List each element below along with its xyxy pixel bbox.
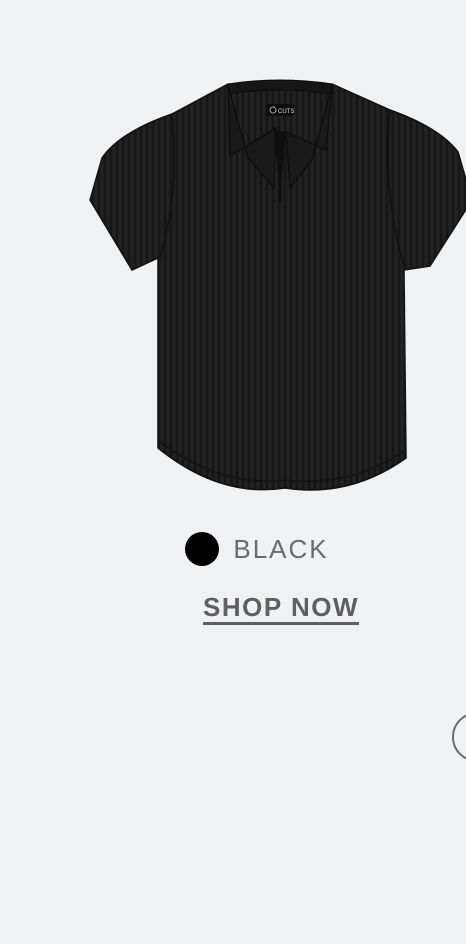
color-swatch-black[interactable] (185, 532, 220, 566)
carousel-next-button[interactable] (452, 712, 466, 762)
color-name-label: BLACK (233, 533, 329, 564)
product-card: CUTS BLACK SHOP NOW (0, 0, 466, 944)
color-selector: BLACK (0, 532, 466, 566)
cta-container: SHOP NOW (0, 592, 466, 623)
brand-mark-text: CUTS (278, 109, 294, 115)
product-image[interactable]: CUTS (80, 70, 466, 500)
shop-now-link[interactable]: SHOP NOW (203, 592, 359, 622)
